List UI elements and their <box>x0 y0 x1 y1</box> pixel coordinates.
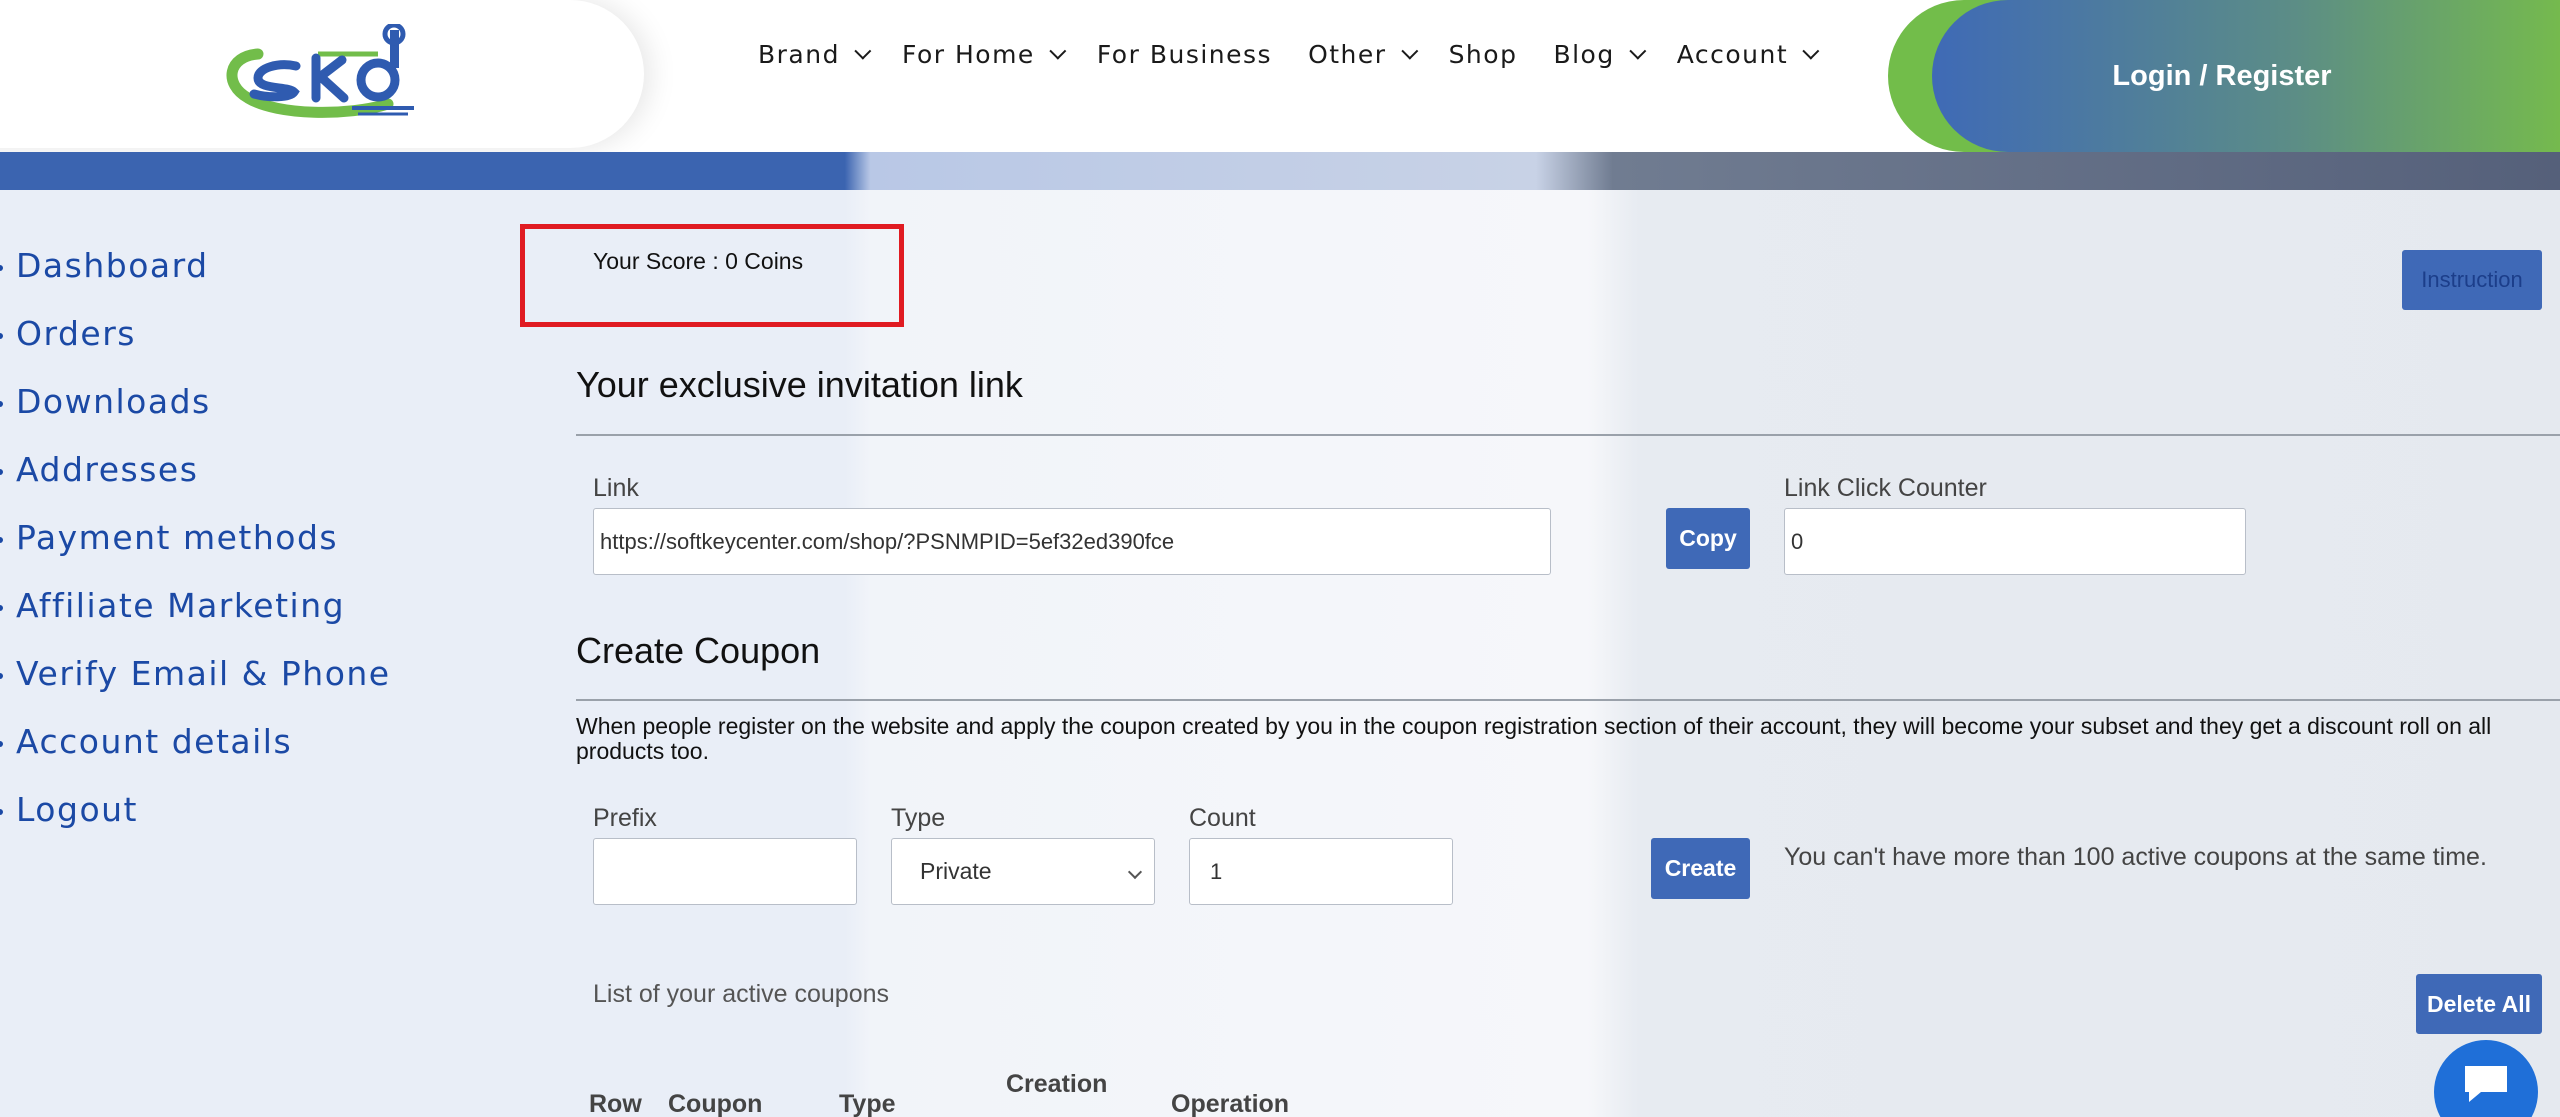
create-coupon-title: Create Coupon <box>576 630 821 671</box>
nav-label: For Home <box>901 39 1035 69</box>
sidebar-item-payment-methods[interactable]: Payment methods <box>0 518 338 557</box>
chevron-down-icon <box>1400 42 1418 60</box>
bullet-icon <box>0 740 3 747</box>
sidebar-item-logout[interactable]: Logout <box>0 790 138 829</box>
sidebar-item-label: Downloads <box>16 382 211 421</box>
sidebar-item-verify-email-phone[interactable]: Verify Email & Phone <box>0 654 391 693</box>
sidebar-item-addresses[interactable]: Addresses <box>0 450 198 489</box>
chevron-down-icon <box>1802 42 1820 60</box>
sidebar-item-label: Verify Email & Phone <box>16 654 391 693</box>
divider <box>576 699 2560 701</box>
create-coupon-button[interactable]: Create <box>1651 838 1750 899</box>
sidebar-item-label: Addresses <box>16 450 199 489</box>
column-header-type: Type <box>839 1090 896 1117</box>
bullet-icon <box>0 808 3 815</box>
column-header-row: Row <box>589 1090 642 1117</box>
nav-shop[interactable]: Shop <box>1449 36 1518 72</box>
instruction-button[interactable]: Instruction <box>2402 250 2542 310</box>
chevron-down-icon <box>1049 42 1067 60</box>
divider <box>576 434 2560 436</box>
site-header: Brand For Home For Business Other Shop B… <box>0 0 2560 152</box>
sidebar-item-orders[interactable]: Orders <box>0 314 136 353</box>
nav-label: For Business <box>1096 39 1273 69</box>
type-select[interactable]: Private <box>891 838 1155 905</box>
bullet-icon <box>0 672 3 679</box>
link-label: Link <box>593 474 639 502</box>
nav-blog[interactable]: Blog <box>1553 36 1647 72</box>
sidebar-item-dashboard[interactable]: Dashboard <box>0 246 209 285</box>
login-register-button[interactable]: Login / Register <box>1932 0 2560 152</box>
sidebar-item-label: Logout <box>16 790 138 829</box>
column-header-creation: Creation <box>1006 1070 1108 1098</box>
sidebar-item-downloads[interactable]: Downloads <box>0 382 211 421</box>
nav-account[interactable]: Account <box>1676 36 1820 72</box>
bullet-icon <box>0 468 3 475</box>
chat-bubble-icon <box>2465 1066 2507 1102</box>
nav-label: Blog <box>1553 39 1615 69</box>
bullet-icon <box>0 264 3 271</box>
nav-label: Account <box>1676 39 1789 69</box>
main-nav: Brand For Home For Business Other Shop B… <box>758 36 1850 72</box>
invitation-link-field[interactable]: https://softkeycenter.com/shop/?PSNMPID=… <box>593 508 1551 575</box>
count-label: Count <box>1189 804 1256 832</box>
page-banner <box>0 152 2560 190</box>
nav-label: Brand <box>758 39 840 69</box>
nav-for-home[interactable]: For Home <box>901 36 1067 72</box>
coupon-description: When people register on the website and … <box>576 713 2492 764</box>
score-highlight-box <box>520 224 904 327</box>
chevron-down-icon <box>1127 864 1143 880</box>
coupon-limit-note: You can't have more than 100 active coup… <box>1784 843 2487 871</box>
sidebar-item-account-details[interactable]: Account details <box>0 722 292 761</box>
logo-icon <box>226 22 414 118</box>
delete-all-button[interactable]: Delete All <box>2416 974 2542 1034</box>
sidebar-item-label: Dashboard <box>16 246 209 285</box>
type-select-value: Private <box>920 858 992 884</box>
active-coupons-title: List of your active coupons <box>593 980 889 1008</box>
bullet-icon <box>0 332 3 339</box>
link-click-counter-label: Link Click Counter <box>1784 474 1987 502</box>
sidebar-item-affiliate-marketing[interactable]: Affiliate Marketing <box>0 586 345 625</box>
chevron-down-icon <box>854 42 872 60</box>
link-click-counter-field[interactable]: 0 <box>1784 508 2246 575</box>
chevron-down-icon <box>1629 42 1647 60</box>
nav-label: Shop <box>1448 39 1518 69</box>
bullet-icon <box>0 536 3 543</box>
column-header-operation: Operation <box>1171 1090 1290 1117</box>
sidebar-item-label: Payment methods <box>16 518 339 557</box>
invitation-title: Your exclusive invitation link <box>576 364 1023 405</box>
prefix-input[interactable] <box>593 838 857 905</box>
type-label: Type <box>891 804 946 832</box>
nav-brand[interactable]: Brand <box>758 36 872 72</box>
score-text: Your Score : 0 Coins <box>593 248 804 274</box>
copy-button[interactable]: Copy <box>1666 508 1750 569</box>
column-header-coupon: Coupon <box>668 1090 763 1117</box>
nav-label: Other <box>1308 39 1387 69</box>
sidebar-item-label: Account details <box>16 722 293 761</box>
nav-for-business[interactable]: For Business <box>1097 36 1272 72</box>
bullet-icon <box>0 604 3 611</box>
bullet-icon <box>0 400 3 407</box>
nav-other[interactable]: Other <box>1308 36 1418 72</box>
count-input[interactable]: 1 <box>1189 838 1453 905</box>
login-area: Login / Register <box>1888 0 2560 152</box>
sidebar-item-label: Affiliate Marketing <box>16 586 346 625</box>
sidebar-item-label: Orders <box>16 314 136 353</box>
site-logo[interactable] <box>218 22 428 120</box>
prefix-label: Prefix <box>593 804 657 832</box>
